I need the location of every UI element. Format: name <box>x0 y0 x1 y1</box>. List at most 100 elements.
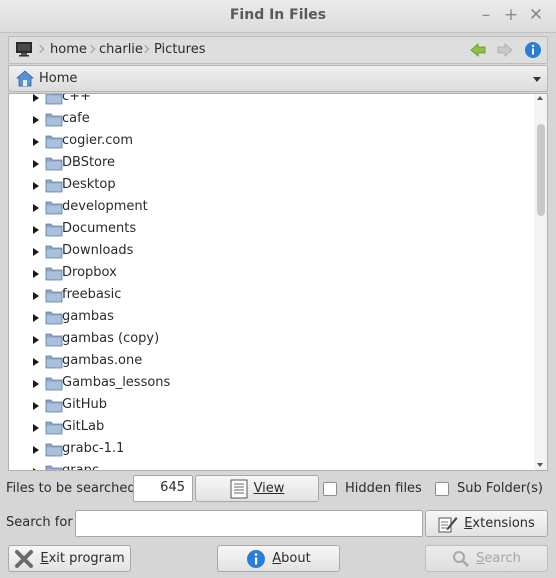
tree-row[interactable]: Gambas_lessons <box>9 373 529 395</box>
tree-row[interactable]: GitLab <box>9 417 529 439</box>
expand-arrow-icon[interactable] <box>33 270 39 278</box>
tree-row-label: Documents <box>62 221 137 236</box>
scroll-up-icon[interactable] <box>537 96 543 100</box>
tree-row[interactable]: c++ <box>9 93 529 109</box>
crumb-charlie[interactable]: charlie <box>99 42 143 57</box>
tree-row-label: cafe <box>62 111 90 126</box>
tree-row[interactable]: grabc-1.1 <box>9 439 529 461</box>
hidden-files-label: Hidden files <box>345 481 422 496</box>
expand-arrow-icon[interactable] <box>33 292 39 300</box>
computer-icon[interactable] <box>15 41 33 61</box>
expand-arrow-icon[interactable] <box>33 358 39 366</box>
expand-arrow-icon[interactable] <box>33 314 39 322</box>
close-button[interactable]: ✕ <box>526 5 546 25</box>
extensions-button[interactable]: Extensions <box>425 510 548 537</box>
tree-row[interactable]: freebasic <box>9 285 529 307</box>
sub-folders-checkbox[interactable] <box>435 482 449 496</box>
tree-row[interactable]: grapc <box>9 461 529 470</box>
about-button-label: About <box>272 551 311 566</box>
expand-arrow-icon[interactable] <box>33 446 39 454</box>
folder-icon <box>45 134 63 149</box>
tree-row[interactable]: GitHub <box>9 395 529 417</box>
tree-row-label: DBStore <box>62 155 116 170</box>
folder-icon <box>45 112 63 127</box>
chevron-right-icon <box>86 44 96 54</box>
location-combo[interactable]: Home <box>8 65 548 92</box>
expand-arrow-icon[interactable] <box>33 94 39 102</box>
folder-icon <box>45 94 63 105</box>
hidden-files-checkbox[interactable] <box>323 482 337 496</box>
tree-row-label: gambas.one <box>62 353 143 368</box>
expand-arrow-icon[interactable] <box>33 380 39 388</box>
search-icon <box>453 550 470 567</box>
folder-icon <box>45 310 63 325</box>
folder-icon <box>45 398 63 413</box>
expand-arrow-icon[interactable] <box>33 138 39 146</box>
folder-icon <box>45 420 63 435</box>
view-button[interactable]: View <box>195 475 319 502</box>
folder-icon <box>45 288 63 303</box>
folder-icon <box>45 376 63 391</box>
crumb-home[interactable]: home <box>50 42 87 57</box>
tree-row[interactable]: cogier.com <box>9 131 529 153</box>
expand-arrow-icon[interactable] <box>33 160 39 168</box>
back-arrow-icon[interactable] <box>470 42 486 62</box>
search-button[interactable]: Search <box>425 545 548 572</box>
tree-row-label: c++ <box>62 93 91 104</box>
chevron-right-icon <box>35 44 45 54</box>
expand-arrow-icon[interactable] <box>33 468 39 470</box>
expand-arrow-icon[interactable] <box>33 424 39 432</box>
folder-icon <box>45 464 63 470</box>
tree-row[interactable]: gambas <box>9 307 529 329</box>
tree-row[interactable]: DBStore <box>9 153 529 175</box>
exit-program-button[interactable]: Exit program <box>8 545 131 572</box>
expand-arrow-icon[interactable] <box>33 182 39 190</box>
scroll-down-icon[interactable] <box>537 463 543 467</box>
scrollbar-thumb[interactable] <box>537 124 545 216</box>
minimize-button[interactable]: – <box>476 5 496 25</box>
chevron-down-icon[interactable] <box>533 77 541 82</box>
window-title: Find In Files <box>229 7 327 23</box>
tree-row[interactable]: development <box>9 197 529 219</box>
search-for-label: Search for <box>6 515 73 530</box>
tree-row-label: Downloads <box>62 243 134 258</box>
tree-row[interactable]: cafe <box>9 109 529 131</box>
info-icon <box>247 549 266 568</box>
tree-row[interactable]: Documents <box>9 219 529 241</box>
crumb-pictures[interactable]: Pictures <box>154 42 205 57</box>
expand-arrow-icon[interactable] <box>33 336 39 344</box>
expand-arrow-icon[interactable] <box>33 204 39 212</box>
tree-row-label: freebasic <box>62 287 122 302</box>
tree-row[interactable]: gambas (copy) <box>9 329 529 351</box>
tree-row[interactable]: Desktop <box>9 175 529 197</box>
about-button[interactable]: About <box>217 545 340 572</box>
info-icon[interactable] <box>524 41 542 63</box>
tree-row[interactable]: gambas.one <box>9 351 529 373</box>
expand-arrow-icon[interactable] <box>33 248 39 256</box>
maximize-button[interactable]: + <box>501 5 521 25</box>
extensions-button-label: Extensions <box>464 516 535 531</box>
folder-icon <box>45 156 63 171</box>
tree-scrollbar[interactable] <box>534 94 547 470</box>
forward-arrow-icon[interactable] <box>497 42 513 62</box>
tree-row-label: development <box>62 199 148 214</box>
files-count-field: 645 <box>133 475 193 502</box>
expand-arrow-icon[interactable] <box>33 226 39 234</box>
folder-icon <box>45 266 63 281</box>
exit-program-button-label: Exit program <box>40 551 125 566</box>
tree-row-label: Gambas_lessons <box>62 375 171 390</box>
folder-icon <box>45 244 63 259</box>
folder-icon <box>45 178 63 193</box>
tree-row[interactable]: Downloads <box>9 241 529 263</box>
search-button-label: Search <box>476 551 521 566</box>
home-icon <box>15 70 35 91</box>
folder-icon <box>45 442 63 457</box>
document-icon <box>230 479 248 498</box>
tree-row-label: GitLab <box>62 419 105 434</box>
tree-row[interactable]: Dropbox <box>9 263 529 285</box>
expand-arrow-icon[interactable] <box>33 402 39 410</box>
search-input[interactable] <box>75 510 423 537</box>
tree-row-label: grabc-1.1 <box>62 441 125 456</box>
expand-arrow-icon[interactable] <box>33 116 39 124</box>
folder-tree[interactable]: c++ cafe cogier.com DBStore Desktop developme… <box>8 93 548 471</box>
